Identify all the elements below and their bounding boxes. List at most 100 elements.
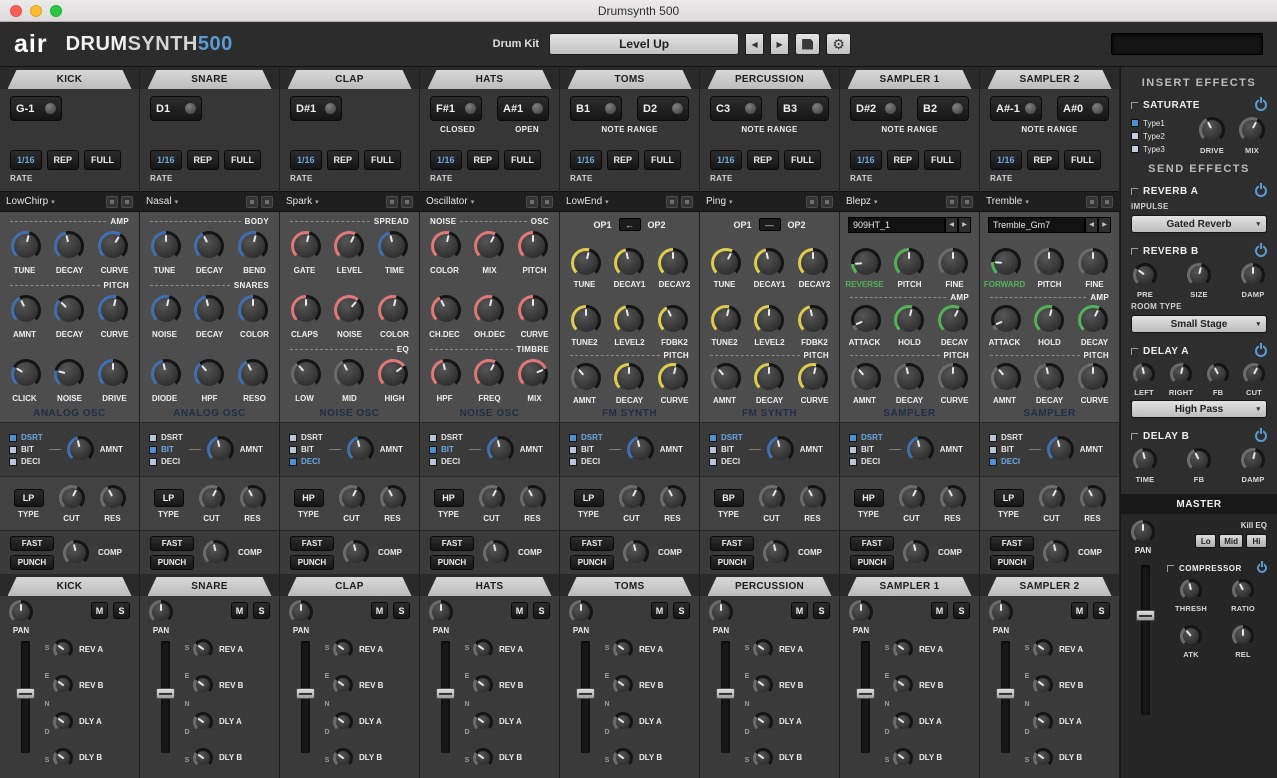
filter-type-button-hats[interactable]: HP [434,489,464,507]
fader-handle[interactable] [296,688,315,699]
clap-color-knob[interactable] [378,295,408,325]
dist-option-deci-clap[interactable]: DECI [289,457,323,466]
rep-button-kick[interactable]: REP [47,150,80,170]
send-hats-rev-b-knob[interactable] [473,675,493,695]
volume-fader-hats[interactable] [441,641,450,753]
filter-clap-cut-knob[interactable] [339,485,365,511]
snare-decay-knob[interactable] [194,295,224,325]
filter-sampler-1-cut-knob[interactable] [899,485,925,511]
dist-option-dsrt-clap[interactable]: DSRT [289,433,323,442]
send-percussion-dly-a-knob[interactable] [753,712,773,732]
dist-option-dsrt-sampler-1[interactable]: DSRT [849,433,883,442]
rate-value-button-sampler-2[interactable]: 1/16 [990,150,1022,170]
fader-handle[interactable] [716,688,735,699]
filter-clap-res-knob[interactable] [380,485,406,511]
env-snare-comp-knob[interactable] [203,540,229,566]
sample-display-sampler-2[interactable]: Tremble_Gm7 [988,217,1085,233]
channel-tab-sampler-2[interactable]: SAMPLER 2 [988,70,1112,89]
dist-option-bit-snare[interactable]: BIT [149,445,183,454]
send-toms-rev-a-knob[interactable] [613,639,633,659]
hats-color-knob[interactable] [431,231,461,261]
send-clap-dly-a-knob[interactable] [333,712,353,732]
punch-button-sampler-2[interactable]: PUNCH [990,555,1034,570]
zoom-window-button[interactable] [50,5,62,17]
preset-save-icon[interactable] [121,196,133,208]
prev-kit-button[interactable] [745,33,764,55]
full-button-hats[interactable]: FULL [504,150,541,170]
solo-button-clap[interactable]: S [393,602,410,619]
power-button-delay-b[interactable] [1255,430,1267,442]
preset-menu-icon[interactable] [666,196,678,208]
clap-level-knob[interactable] [334,231,364,261]
save-kit-button[interactable] [795,33,820,55]
hats-hpf-knob[interactable] [431,359,461,389]
sampler-2-decay-knob[interactable] [1034,363,1064,393]
mute-button-sampler-2[interactable]: M [1071,602,1088,619]
dist-kick-amnt-knob[interactable] [67,436,94,463]
env-kick-comp-knob[interactable] [63,540,89,566]
preset-selector-percussion[interactable]: Ping▾ [700,191,839,212]
dist-option-dsrt-hats[interactable]: DSRT [429,433,463,442]
dist-option-deci-sampler-1[interactable]: DECI [849,457,883,466]
kick-decay-knob[interactable] [54,295,84,325]
reverb-b-pre-knob[interactable] [1133,263,1157,287]
filter-type-button-toms[interactable]: LP [574,489,604,507]
kill-eq-mid-button[interactable]: Mid [1219,534,1243,548]
filter-type-button-clap[interactable]: HP [294,489,324,507]
dist-option-dsrt-percussion[interactable]: DSRT [709,433,743,442]
hats-ch-dec-knob[interactable] [431,295,461,325]
send-kick-rev-b-knob[interactable] [53,675,73,695]
fast-button-kick[interactable]: FAST [10,536,54,551]
fast-button-sampler-1[interactable]: FAST [850,536,894,551]
preset-selector-clap[interactable]: Spark▾ [280,191,419,212]
sampler-2-attack-knob[interactable] [991,305,1021,335]
toms-decay2-knob[interactable] [658,248,688,278]
toms-fdbk2-knob[interactable] [658,305,688,335]
filter-snare-res-knob[interactable] [240,485,266,511]
delay-b-time-knob[interactable] [1133,448,1157,472]
hats-mix-knob[interactable] [518,359,548,389]
filter-toms-cut-knob[interactable] [619,485,645,511]
full-button-kick[interactable]: FULL [84,150,121,170]
note-button-percussion-2[interactable]: B3 [777,96,829,121]
channel-tab-toms[interactable]: TOMS [568,70,692,89]
send-hats-dly-a-knob[interactable] [473,712,493,732]
punch-button-snare[interactable]: PUNCH [150,555,194,570]
dist-option-deci-sampler-2[interactable]: DECI [989,457,1023,466]
mute-button-kick[interactable]: M [91,602,108,619]
full-button-toms[interactable]: FULL [644,150,681,170]
volume-fader-percussion[interactable] [721,641,730,753]
sample-display-sampler-1[interactable]: 909HT_1 [848,217,945,233]
channel-tab-clap[interactable]: CLAP [288,70,412,89]
sampler-2-fine-knob[interactable] [1078,248,1108,278]
mixer-tab-sampler-2[interactable]: SAMPLER 2 [988,577,1112,596]
dist-option-dsrt-toms[interactable]: DSRT [569,433,603,442]
clap-claps-knob[interactable] [291,295,321,325]
filter-percussion-res-knob[interactable] [800,485,826,511]
preset-save-icon[interactable] [821,196,833,208]
next-sample-button-sampler-1[interactable]: ▶ [958,217,971,233]
sampler-1-attack-knob[interactable] [851,305,881,335]
preset-selector-hats[interactable]: Oscillator▾ [420,191,559,212]
delay-filter-selector[interactable]: High Pass▾ [1131,400,1267,418]
next-sample-button-sampler-2[interactable]: ▶ [1098,217,1111,233]
filter-percussion-cut-knob[interactable] [759,485,785,511]
send-snare-dly-b-knob[interactable] [193,748,213,768]
punch-button-clap[interactable]: PUNCH [290,555,334,570]
preset-menu-icon[interactable] [246,196,258,208]
note-button-clap-1[interactable]: D#1 [290,96,342,121]
solo-button-sampler-1[interactable]: S [953,602,970,619]
percussion-amnt-knob[interactable] [711,363,741,393]
send-toms-rev-b-knob[interactable] [613,675,633,695]
dist-clap-amnt-knob[interactable] [347,436,374,463]
kick-curve-knob[interactable] [98,231,128,261]
sampler-2-pitch-knob[interactable] [1034,248,1064,278]
power-button-delay-a[interactable] [1255,345,1267,357]
snare-tune-knob[interactable] [151,231,181,261]
kick-drive-knob[interactable] [98,359,128,389]
kick-amnt-knob[interactable] [11,295,41,325]
hats-freq-knob[interactable] [474,359,504,389]
toms-level2-knob[interactable] [614,305,644,335]
filter-kick-cut-knob[interactable] [59,485,85,511]
rate-value-button-sampler-1[interactable]: 1/16 [850,150,882,170]
